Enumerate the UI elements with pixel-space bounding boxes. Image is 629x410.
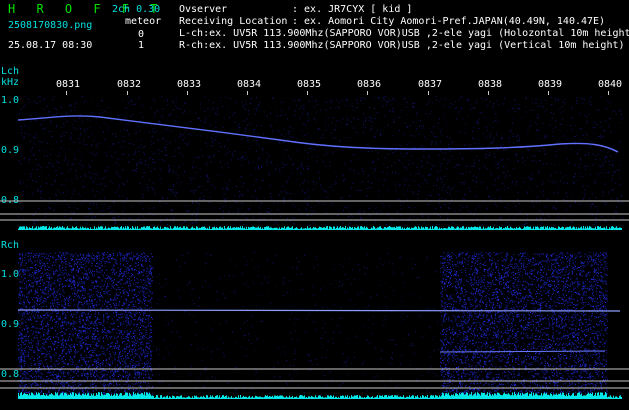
rch-secondary-trace — [439, 350, 606, 353]
lch-spectrogram-noise — [18, 96, 623, 227]
rch-level-bars — [18, 392, 622, 399]
hroft-spectrogram-window: H R O F F T 2ch 0.30 2508170830.png mete… — [0, 0, 629, 410]
rch-spectrogram-noise — [18, 252, 608, 396]
lch-carrier-trace — [17, 115, 619, 153]
rch-carrier-trace — [17, 309, 621, 312]
spectrogram-svg — [0, 96, 629, 399]
lch-level-bars — [18, 226, 622, 230]
